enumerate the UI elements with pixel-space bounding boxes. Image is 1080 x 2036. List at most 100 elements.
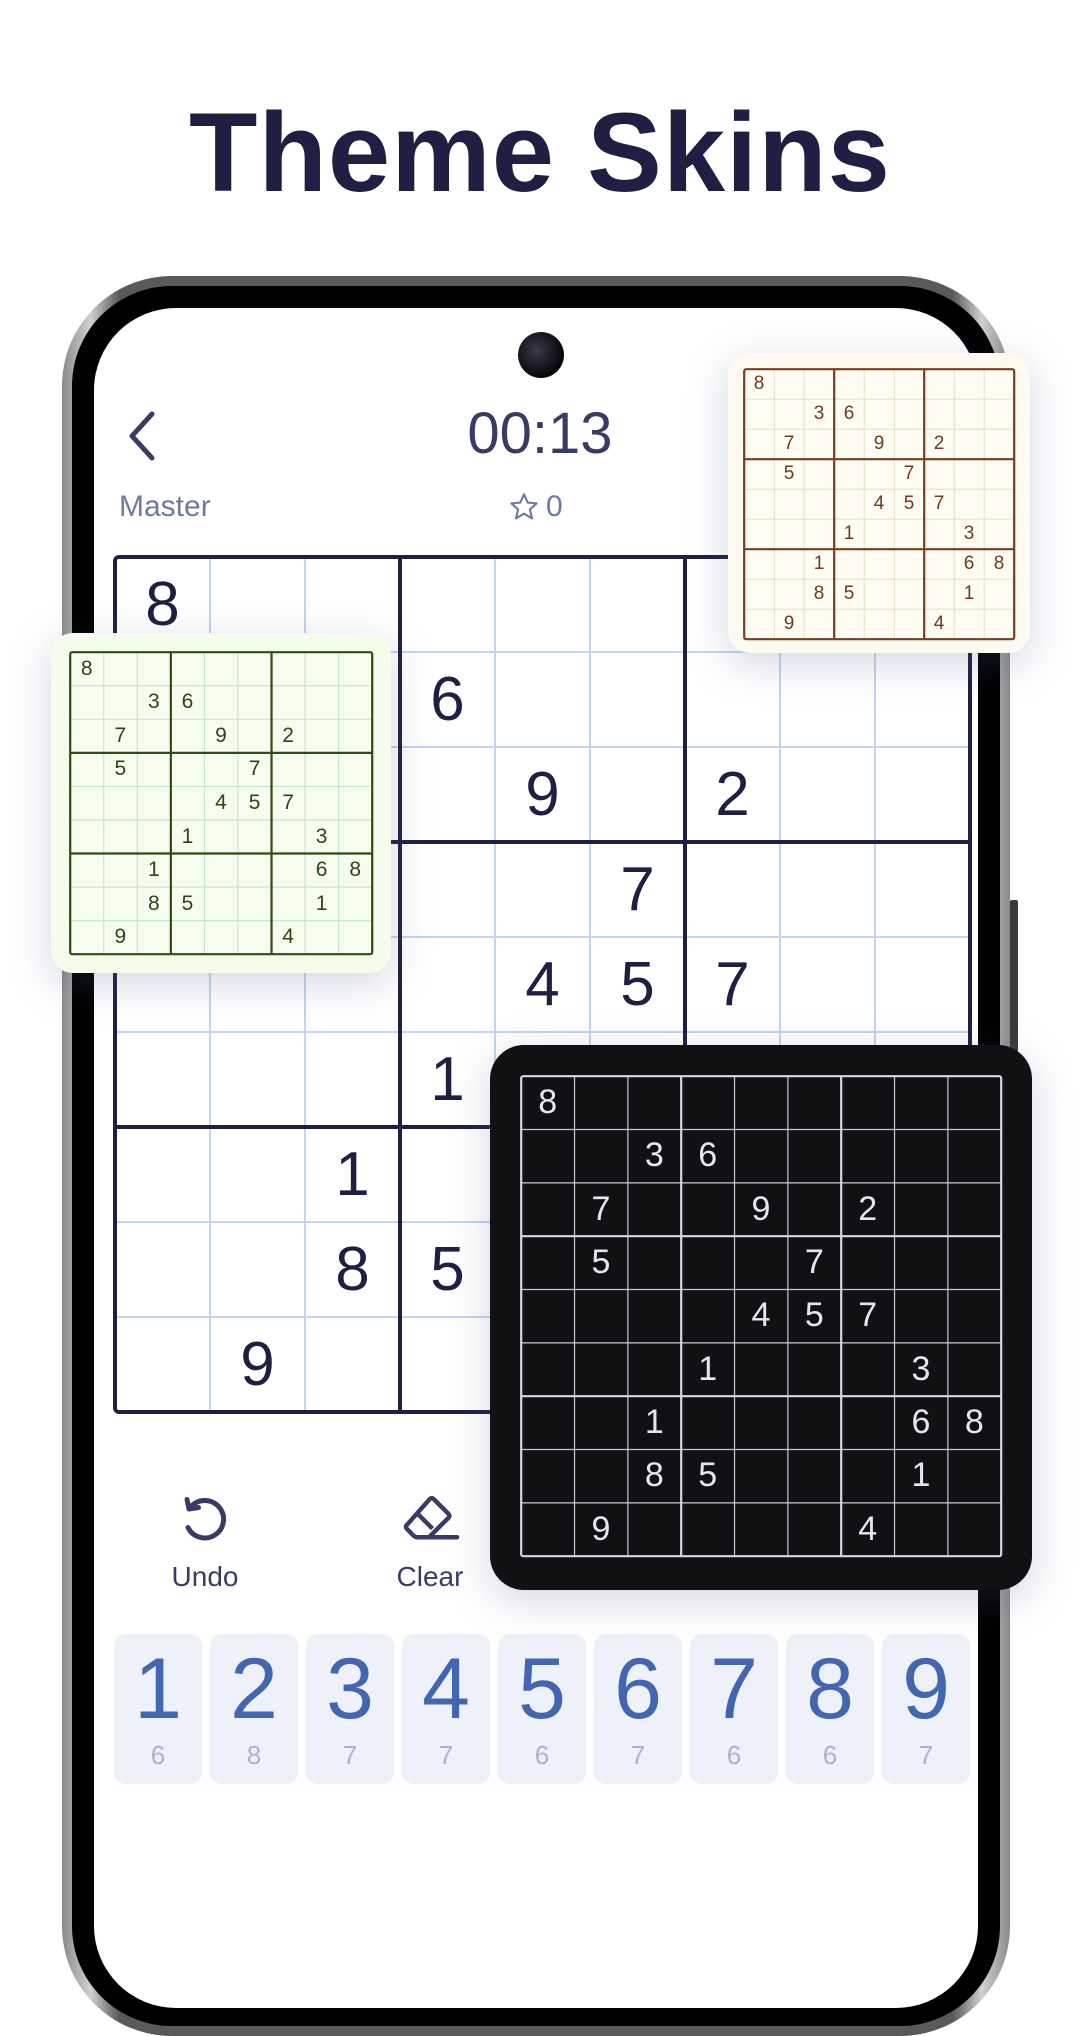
cell-digit[interactable]: 1 xyxy=(305,1127,400,1222)
cell-digit: 6 xyxy=(911,1403,931,1442)
cell-digit: 6 xyxy=(698,1136,718,1175)
cell-digit: 3 xyxy=(963,523,975,544)
cell-digit: 4 xyxy=(858,1509,878,1548)
numpad-key-6[interactable]: 67 xyxy=(594,1634,682,1784)
cell-digit[interactable]: 7 xyxy=(590,842,685,937)
cell-digit: 9 xyxy=(873,433,885,454)
cell-digit: 6 xyxy=(181,690,194,714)
cell-digit: 7 xyxy=(248,757,261,781)
score-display: 0 xyxy=(508,490,563,524)
chevron-left-icon xyxy=(129,411,155,461)
cell-digit: 3 xyxy=(644,1136,664,1175)
cell-digit: 9 xyxy=(114,925,127,949)
clear-button[interactable]: Clear xyxy=(350,1490,510,1593)
numpad-digit: 4 xyxy=(422,1641,470,1737)
numpad-digit: 6 xyxy=(614,1641,662,1737)
cell-digit: 4 xyxy=(751,1296,771,1335)
cell-digit: 8 xyxy=(349,858,362,882)
cell-digit: 8 xyxy=(148,891,160,915)
undo-icon xyxy=(184,1496,227,1541)
cell-digit[interactable]: 4 xyxy=(495,937,590,1032)
cell-digit: 5 xyxy=(804,1296,824,1335)
cell-digit: 5 xyxy=(698,1456,718,1495)
cell-digit: 5 xyxy=(114,757,127,781)
numpad-remaining: 6 xyxy=(150,1740,166,1770)
cell-digit: 6 xyxy=(843,403,855,424)
skin-preview-cream[interactable]: 836792574571316885194 xyxy=(728,353,1030,653)
cell-digit: 6 xyxy=(315,858,328,882)
numpad-key-8[interactable]: 86 xyxy=(786,1634,874,1784)
numpad-remaining: 7 xyxy=(630,1740,646,1770)
cell-digit[interactable]: 2 xyxy=(685,747,780,842)
cell-digit: 5 xyxy=(903,493,915,514)
eraser-icon xyxy=(403,1495,460,1540)
numpad-key-7[interactable]: 76 xyxy=(690,1634,778,1784)
cell-digit: 5 xyxy=(181,891,194,915)
cell-digit: 8 xyxy=(644,1456,664,1495)
cell-digit[interactable]: 9 xyxy=(495,747,590,842)
cell-digit: 7 xyxy=(282,790,294,814)
cell-digit[interactable]: 8 xyxy=(305,1222,400,1317)
cell-digit: 7 xyxy=(804,1243,824,1282)
numpad-remaining: 8 xyxy=(246,1740,262,1770)
cell-digit: 1 xyxy=(813,553,825,574)
numpad-remaining: 6 xyxy=(726,1740,742,1770)
cell-digit[interactable]: 7 xyxy=(685,937,780,1032)
numpad-digit: 8 xyxy=(806,1641,854,1737)
cell-digit[interactable]: 5 xyxy=(590,937,685,1032)
numpad-key-5[interactable]: 56 xyxy=(498,1634,586,1784)
numpad-digit: 3 xyxy=(326,1641,374,1737)
undo-label: Undo xyxy=(171,1561,239,1592)
page-headline: Theme Skins xyxy=(189,90,891,215)
phone-side-button xyxy=(1010,900,1018,1060)
numpad-key-3[interactable]: 37 xyxy=(306,1634,394,1784)
cell-digit: 8 xyxy=(813,583,825,604)
undo-button[interactable]: Undo xyxy=(125,1490,285,1593)
numpad-digit: 9 xyxy=(902,1641,950,1737)
cell-digit: 5 xyxy=(843,583,855,604)
cell-digit: 3 xyxy=(911,1349,931,1388)
cell-digit: 7 xyxy=(591,1189,611,1228)
cell-digit[interactable]: 9 xyxy=(210,1317,305,1412)
cell-digit: 8 xyxy=(538,1083,558,1122)
numpad-digit: 5 xyxy=(518,1641,566,1737)
back-button[interactable] xyxy=(118,404,168,464)
cell-digit[interactable]: 5 xyxy=(400,1222,495,1317)
cell-digit: 7 xyxy=(933,493,945,514)
cell-digit: 4 xyxy=(873,493,885,514)
cell-digit: 2 xyxy=(282,723,294,747)
cell-digit: 6 xyxy=(963,553,975,574)
numpad-remaining: 6 xyxy=(534,1740,550,1770)
cell-digit: 1 xyxy=(843,523,855,544)
cell-digit: 1 xyxy=(644,1403,664,1442)
cell-digit: 8 xyxy=(80,656,93,680)
numpad-digit: 7 xyxy=(710,1641,758,1737)
numpad-key-2[interactable]: 28 xyxy=(210,1634,298,1784)
cell-digit: 5 xyxy=(248,790,261,814)
cell-digit: 7 xyxy=(903,463,915,484)
star-icon xyxy=(510,493,538,520)
game-timer: 00:13 xyxy=(467,401,613,466)
cell-digit: 1 xyxy=(911,1456,931,1495)
cell-digit: 8 xyxy=(753,373,765,394)
cell-digit: 9 xyxy=(751,1189,771,1228)
cell-digit: 7 xyxy=(783,433,795,454)
number-pad: 16 28 37 47 56 67 76 86 97 xyxy=(114,1634,970,1784)
skin-preview-mint[interactable]: 836792574571316885194 xyxy=(51,633,391,973)
cell-digit[interactable]: 6 xyxy=(400,652,495,747)
numpad-key-1[interactable]: 16 xyxy=(114,1634,202,1784)
cell-digit: 4 xyxy=(282,925,294,949)
cell-digit: 3 xyxy=(148,690,160,714)
numpad-key-4[interactable]: 47 xyxy=(402,1634,490,1784)
cell-digit: 4 xyxy=(933,613,945,634)
numpad-key-9[interactable]: 97 xyxy=(882,1634,970,1784)
score-value: 0 xyxy=(546,490,563,523)
numpad-remaining: 7 xyxy=(918,1740,934,1770)
cell-digit[interactable]: 1 xyxy=(400,1032,495,1127)
cell-digit: 5 xyxy=(783,463,795,484)
cell-digit: 8 xyxy=(964,1403,984,1442)
numpad-digit: 2 xyxy=(230,1641,278,1737)
skin-preview-dark[interactable]: 836792574571316885194 xyxy=(490,1045,1032,1590)
cell-digit: 5 xyxy=(591,1243,611,1282)
cell-digit: 1 xyxy=(963,583,975,604)
